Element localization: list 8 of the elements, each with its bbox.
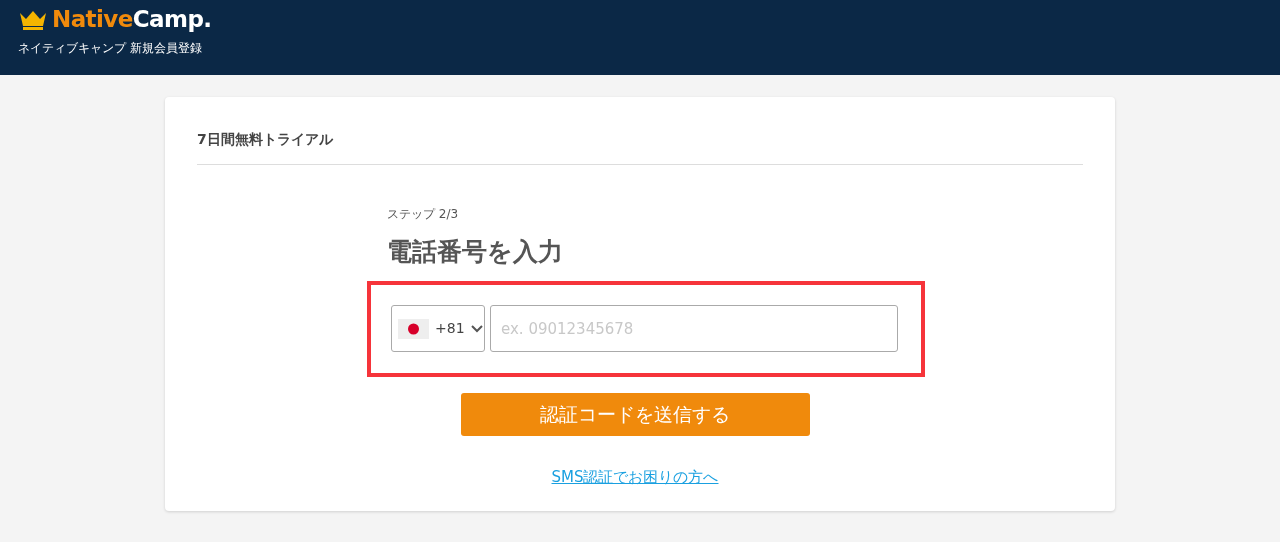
japan-flag-icon — [398, 318, 429, 339]
logo[interactable]: NativeCamp. — [52, 8, 212, 31]
step-label: ステップ 2/3 — [387, 206, 460, 223]
chevron-down-icon — [470, 324, 483, 333]
header-subtitle: ネイティブキャンプ 新規会員登録 — [18, 40, 203, 57]
page-heading: 電話番号を入力 — [387, 236, 564, 268]
card-title: 7日間無料トライアル — [197, 129, 1083, 165]
country-code-select[interactable]: +81 — [391, 305, 485, 352]
